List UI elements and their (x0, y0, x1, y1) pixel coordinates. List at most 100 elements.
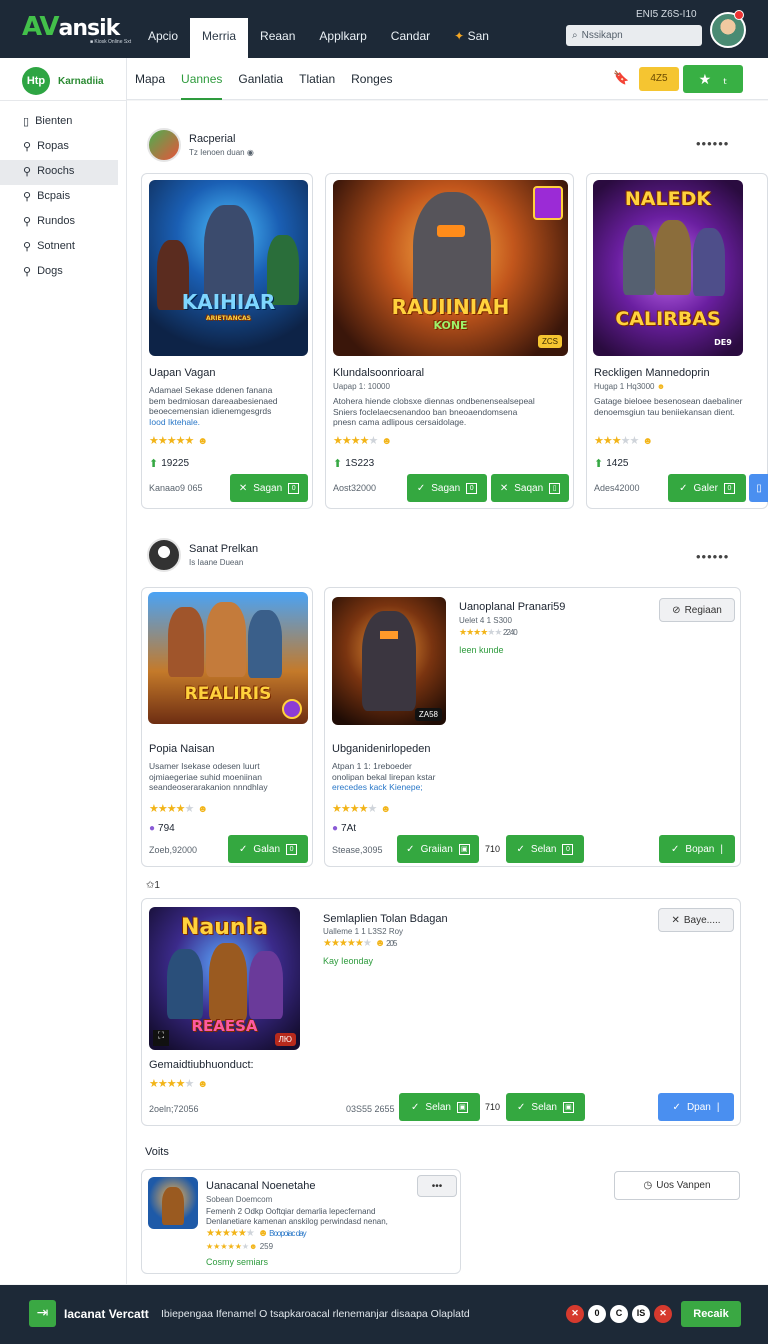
game-name[interactable]: Uapan Vagan (149, 367, 215, 379)
nav-item-san[interactable]: ✦ San (442, 18, 501, 58)
social-icon-5[interactable]: ✕ (654, 1305, 672, 1323)
button-label: Galer (693, 482, 718, 494)
sidebar-item-sotnent[interactable]: ⚲ Sotnent (0, 235, 127, 260)
more-options-icon[interactable]: •••••• (696, 136, 729, 151)
tab-uannes[interactable]: Uannes (181, 72, 223, 100)
tab-tlatian[interactable]: Tlatian (299, 72, 335, 100)
eye-icon: ◉ (246, 148, 254, 157)
tab-mapa[interactable]: Mapa (135, 72, 165, 100)
desc-line: seandeoserarakanion nnndhlay (149, 782, 268, 792)
game-description: Atohera hiende clobsxe diennas ondbenens… (333, 396, 568, 428)
game-art[interactable]: REALIRIS (148, 592, 308, 724)
second-get-button[interactable]: ✕ Saqan ▯ (491, 474, 569, 502)
game-meta: Sobean Doemcom (206, 1195, 273, 1204)
section-avatar (147, 538, 181, 572)
desc-link[interactable]: Boopoiac day (269, 1229, 306, 1238)
social-icon-2[interactable]: 0 (588, 1305, 606, 1323)
second-get-button[interactable]: ✓ Selan 0 (506, 835, 584, 863)
buy-button[interactable]: ✕ Baye..... (658, 908, 734, 932)
nav-item-reaan[interactable]: Reaan (248, 18, 307, 58)
desc-link[interactable]: Iood Iktehale. (149, 417, 309, 428)
game-art[interactable]: RAUIINIAH KONE ZCS (333, 180, 568, 356)
hero-figure (167, 949, 203, 1019)
view-all-button[interactable]: ◷ Uos Vanpen (614, 1171, 740, 1200)
nav-item-candar[interactable]: Candar (379, 18, 442, 58)
game-card[interactable]: REALIRIS Popia Naisan Usamer Isekase ode… (141, 587, 313, 867)
art-title: NALEDK (624, 188, 712, 210)
price-label: Zoeb,92000 (149, 845, 198, 855)
game-name[interactable]: Reckligen Mannedoprin (594, 367, 710, 379)
divider-icon: | (720, 843, 723, 855)
game-name[interactable]: Gemaidtiubhuonduct: (149, 1059, 254, 1071)
search-icon: ⌕ (572, 30, 578, 41)
tab-ganlatia[interactable]: Ganlatia (238, 72, 283, 100)
game-title[interactable]: Semlaplien Tolan Bdagan (323, 913, 448, 925)
social-icon-1[interactable]: ✕ (566, 1305, 584, 1323)
game-name[interactable]: Ubganidenirlopeden (332, 743, 430, 755)
favorites-button[interactable]: ★ ₜ (683, 65, 743, 93)
game-art[interactable] (148, 1177, 198, 1229)
get-button[interactable]: ✕ Sagan 0 (230, 474, 308, 502)
sidebar-item-label: Ropas (37, 140, 69, 152)
game-art[interactable]: KAIHIAR ARIETIANCAS (149, 180, 308, 356)
game-card-wide[interactable]: ZA58 Uanoplanal Pranari59 Uelet 4 1 S300… (324, 587, 741, 867)
get-button[interactable]: ✓ Graiian ▣ (397, 835, 479, 863)
more-button[interactable]: ▯ (749, 474, 768, 502)
login-icon[interactable]: ⇥ (29, 1300, 56, 1327)
nav-item-merria[interactable]: Merria (190, 18, 249, 58)
social-icon-4[interactable]: IS (632, 1305, 650, 1323)
more-options-button[interactable]: ••• (417, 1175, 457, 1197)
expand-icon[interactable]: ⛶ (153, 1030, 169, 1046)
button-label: Baye..... (683, 914, 721, 926)
green-tagline: Kay Ieonday (323, 956, 374, 966)
bookmark-icon[interactable]: 🔖 (613, 70, 629, 86)
featured-card[interactable]: Naunla REAESA ⛶ ЛЮ Semlaplien Tolan Bdag… (141, 898, 741, 1126)
game-card[interactable]: RAUIINIAH KONE ZCS Klundalsoonrioaral Ua… (325, 173, 574, 509)
logo-text: ansik (58, 16, 120, 41)
sidebar-item-rundos[interactable]: ⚲ Rundos (0, 210, 127, 235)
list-card[interactable]: Uanacanal Noenetahe Sobean Doemcom Femen… (141, 1169, 461, 1274)
coin-pill[interactable]: 4Z5 (639, 67, 679, 91)
sidebar-item-ropas[interactable]: ⚲ Ropas (0, 135, 127, 160)
game-name[interactable]: Klundalsoonrioaral (333, 367, 424, 379)
button-label: Selan (530, 843, 557, 855)
game-card[interactable]: NALEDK CALIRBAS DE9 Reckligen Mannedopri… (586, 173, 768, 509)
hero-figure (623, 225, 655, 295)
sidebar-item-roochs[interactable]: ⚲ Roochs (0, 160, 118, 185)
blue-action-button[interactable]: ✓ Dpan | (658, 1093, 734, 1121)
search-input[interactable]: ⌕ Nssikapn (566, 25, 702, 46)
game-art[interactable]: ZA58 (332, 597, 446, 725)
get-button[interactable]: ✓ Galan 0 (228, 835, 308, 863)
footer-action-button[interactable]: Recaik (681, 1301, 741, 1327)
get-button[interactable]: ✓ Sagan 0 (407, 474, 487, 502)
desc-line: ojmiaegeriae suhid moeniinan (149, 771, 262, 782)
nav-item-apcio[interactable]: Apcio (136, 18, 190, 58)
second-get-button[interactable]: ✓ Selan ▣ (506, 1093, 585, 1121)
mid-value: 710 (485, 1102, 501, 1112)
game-description: Femenh 2 Odkp Ooftqiar demarlia lepecfer… (206, 1207, 416, 1227)
get-button[interactable]: ✓ Galer 0 (668, 474, 746, 502)
third-get-button[interactable]: ✓ Bopan | (659, 835, 735, 863)
tab-ronges[interactable]: Ronges (351, 72, 392, 100)
game-art[interactable]: NALEDK CALIRBAS DE9 (593, 180, 743, 356)
leaf-icon: ✓ (416, 482, 426, 494)
social-icon-3[interactable]: C (610, 1305, 628, 1323)
more-options-icon[interactable]: •••••• (696, 549, 729, 564)
clock-readout: ENI5 Z6S-I10 (636, 9, 697, 20)
game-card[interactable]: KAIHIAR ARIETIANCAS Uapan Vagan Adamael … (141, 173, 313, 509)
sidebar-item-bcpais[interactable]: ⚲ Bcpais (0, 185, 127, 210)
game-title[interactable]: Uanoplanal Pranari59 (459, 601, 565, 613)
sidebar-item-dogs[interactable]: ⚲ Dogs (0, 260, 127, 285)
game-art[interactable]: Naunla REAESA ⛶ ЛЮ (149, 907, 300, 1050)
app-logo[interactable]: AVansik (22, 12, 120, 42)
rank-icon: ₜ (723, 70, 728, 87)
get-button[interactable]: ✓ Selan ▣ (399, 1093, 480, 1121)
nav-item-applkarp[interactable]: Applkarp (307, 18, 378, 58)
register-button[interactable]: ⊘ Regiaan (659, 598, 735, 622)
game-name[interactable]: Popia Naisan (149, 743, 214, 755)
sidebar-brand[interactable]: Htp Karnadiia (22, 67, 104, 95)
sidebar-item-label: Dogs (37, 265, 63, 277)
game-title[interactable]: Uanacanal Noenetahe (206, 1180, 315, 1192)
sidebar-item-bienten[interactable]: ▯ Bienten (0, 110, 127, 135)
hero-figure (209, 943, 247, 1021)
